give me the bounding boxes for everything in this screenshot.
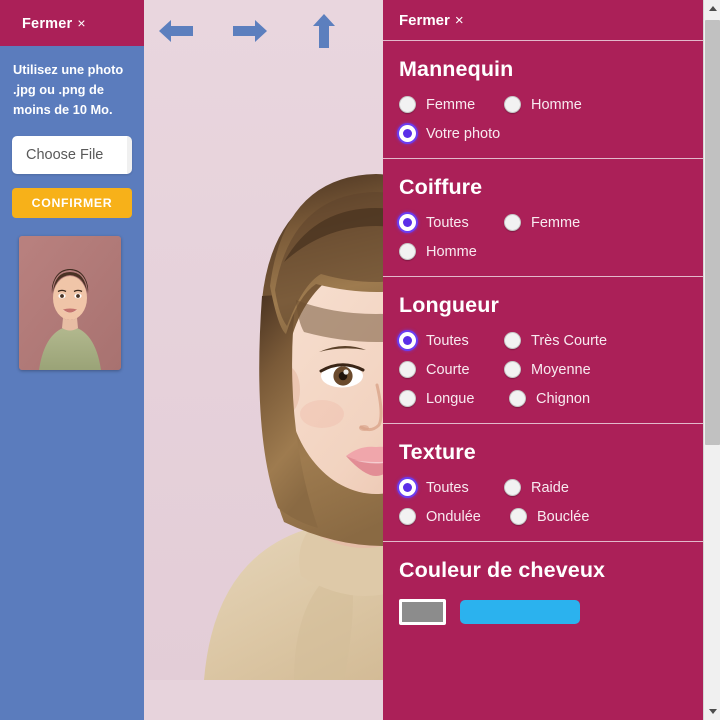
radio-label: Toutes bbox=[426, 214, 469, 231]
radio-icon[interactable] bbox=[399, 243, 416, 260]
color-swatch-blue[interactable] bbox=[460, 600, 580, 624]
radio-option-tres-courte[interactable]: Très Courte bbox=[504, 332, 720, 349]
section-title-longueur: Longueur bbox=[399, 293, 499, 317]
radio-icon[interactable] bbox=[399, 361, 416, 378]
section-mannequin: Mannequin Femme Homme Votre photo bbox=[383, 41, 720, 159]
radio-icon[interactable] bbox=[504, 479, 521, 496]
radio-icon[interactable] bbox=[399, 390, 416, 407]
app-root: Fermer × Utilisez une photo .jpg ou .png … bbox=[0, 0, 720, 720]
radio-icon[interactable] bbox=[399, 508, 416, 525]
radio-label: Chignon bbox=[536, 390, 591, 407]
color-options-row bbox=[399, 599, 720, 625]
radio-option-moyenne[interactable]: Moyenne bbox=[504, 361, 720, 378]
radio-icon[interactable] bbox=[504, 361, 521, 378]
arrow-up-icon[interactable] bbox=[304, 11, 344, 51]
radio-icon-selected[interactable] bbox=[399, 214, 416, 231]
radio-option-coiffure-femme[interactable]: Femme bbox=[504, 214, 720, 231]
chevron-up-icon bbox=[708, 6, 717, 11]
radio-icon[interactable] bbox=[510, 508, 527, 525]
confirm-label: CONFIRMER bbox=[31, 196, 113, 210]
radio-label: Très Courte bbox=[531, 332, 608, 349]
upload-sidebar: Fermer × Utilisez une photo .jpg ou .png … bbox=[0, 0, 144, 720]
choose-file-button[interactable]: Choose File bbox=[12, 136, 132, 174]
radio-option-raide[interactable]: Raide bbox=[504, 479, 720, 496]
radio-label: Ondulée bbox=[426, 508, 481, 525]
section-title-couleur: Couleur de cheveux bbox=[399, 558, 606, 582]
radio-label: Homme bbox=[426, 243, 477, 260]
radio-label: Femme bbox=[426, 96, 476, 113]
radio-option-coiffure-homme[interactable]: Homme bbox=[399, 243, 504, 260]
panel-close-label: Fermer bbox=[399, 11, 450, 29]
radio-icon-selected[interactable] bbox=[399, 332, 416, 349]
scroll-down-button[interactable] bbox=[704, 703, 720, 720]
color-swatch-gray[interactable] bbox=[399, 599, 446, 625]
sidebar-close-button[interactable]: Fermer × bbox=[22, 15, 86, 32]
sidebar-header: Fermer × bbox=[0, 0, 144, 46]
panel-header: Fermer × bbox=[383, 0, 720, 41]
close-icon[interactable]: × bbox=[77, 15, 85, 31]
radio-label: Courte bbox=[426, 361, 470, 378]
section-couleur-de-cheveux: Couleur de cheveux bbox=[383, 542, 720, 625]
scroll-up-button[interactable] bbox=[704, 0, 720, 17]
radio-option-femme[interactable]: Femme bbox=[399, 96, 504, 113]
section-texture: Texture Toutes Raide Ondulée Bouclée bbox=[383, 424, 720, 542]
arrow-right-icon[interactable] bbox=[230, 11, 270, 51]
radio-option-bouclee[interactable]: Bouclée bbox=[510, 508, 720, 525]
radio-option-homme[interactable]: Homme bbox=[504, 96, 720, 113]
confirm-button[interactable]: CONFIRMER bbox=[12, 188, 132, 218]
radio-option-votre-photo[interactable]: Votre photo bbox=[399, 125, 504, 142]
section-longueur: Longueur Toutes Très Courte Courte Moyen… bbox=[383, 277, 720, 424]
radio-icon-selected[interactable] bbox=[399, 479, 416, 496]
close-icon[interactable]: × bbox=[455, 12, 464, 29]
radio-icon[interactable] bbox=[504, 96, 521, 113]
radio-option-coiffure-toutes[interactable]: Toutes bbox=[399, 214, 504, 231]
radio-label: Toutes bbox=[426, 332, 469, 349]
radio-label: Raide bbox=[531, 479, 569, 496]
radio-label: Homme bbox=[531, 96, 582, 113]
scrollbar-thumb[interactable] bbox=[705, 20, 720, 445]
radio-icon-selected[interactable] bbox=[399, 125, 416, 142]
upload-instructions: Utilisez une photo .jpg ou .png de moins… bbox=[13, 62, 124, 117]
thumbnail-image bbox=[19, 236, 121, 370]
radio-icon[interactable] bbox=[504, 332, 521, 349]
radio-option-courte[interactable]: Courte bbox=[399, 361, 504, 378]
chevron-down-icon bbox=[708, 709, 717, 714]
radio-label: Longue bbox=[426, 390, 475, 407]
radio-label: Moyenne bbox=[531, 361, 591, 378]
section-title-texture: Texture bbox=[399, 440, 476, 464]
radio-option-texture-toutes[interactable]: Toutes bbox=[399, 479, 504, 496]
radio-label: Bouclée bbox=[537, 508, 590, 525]
radio-icon[interactable] bbox=[399, 96, 416, 113]
choose-file-label: Choose File bbox=[26, 147, 104, 163]
options-panel: Fermer × Mannequin Femme Homme Votre phot… bbox=[383, 0, 720, 720]
sidebar-close-label: Fermer bbox=[22, 15, 73, 32]
radio-option-longue[interactable]: Longue bbox=[399, 390, 504, 407]
user-photo-thumbnail[interactable] bbox=[19, 236, 121, 370]
radio-label: Toutes bbox=[426, 479, 469, 496]
section-coiffure: Coiffure Toutes Femme Homme bbox=[383, 159, 720, 277]
radio-option-longueur-toutes[interactable]: Toutes bbox=[399, 332, 504, 349]
radio-option-chignon[interactable]: Chignon bbox=[509, 390, 720, 407]
radio-label: Votre photo bbox=[426, 125, 501, 142]
section-title-mannequin: Mannequin bbox=[399, 57, 514, 81]
panel-scrollbar[interactable] bbox=[703, 0, 720, 720]
panel-close-button[interactable]: Fermer × bbox=[399, 12, 464, 29]
radio-option-ondulee[interactable]: Ondulée bbox=[399, 508, 504, 525]
radio-icon[interactable] bbox=[504, 214, 521, 231]
section-title-coiffure: Coiffure bbox=[399, 175, 483, 199]
radio-icon[interactable] bbox=[509, 390, 526, 407]
arrow-left-icon[interactable] bbox=[156, 11, 196, 51]
radio-label: Femme bbox=[531, 214, 581, 231]
